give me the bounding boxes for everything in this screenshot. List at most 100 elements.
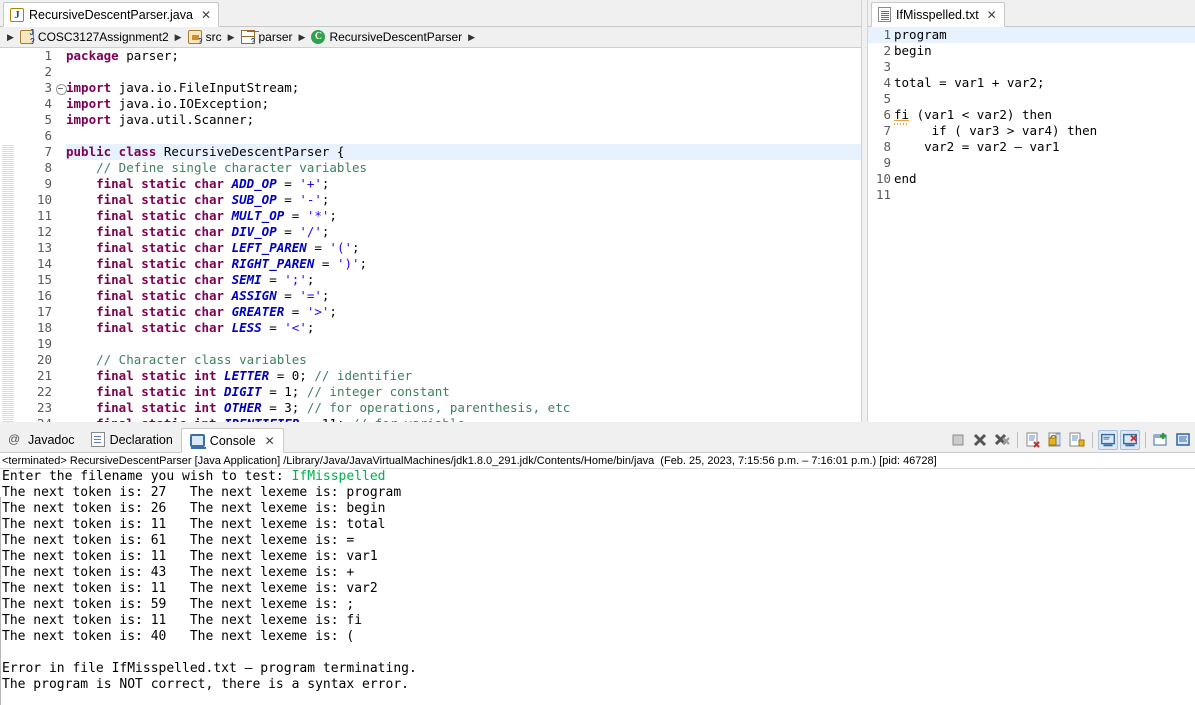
code-token: '<' [284, 320, 307, 335]
editor-vertical-splitter[interactable] [861, 0, 868, 422]
scroll-lock-button[interactable] [1045, 430, 1065, 450]
tab-console[interactable]: Console ✕ [180, 428, 284, 453]
code-token: parser; [126, 48, 179, 63]
tab-javadoc[interactable]: Javadoc [0, 427, 83, 452]
text-code-viewport[interactable]: 1 2 3 4 5 6 7 8 9 10 11 program begin total = var1 … [868, 27, 1195, 422]
pin-console-button[interactable] [1067, 430, 1087, 450]
code-token: final static int [96, 400, 225, 415]
remove-all-terminated-button[interactable] [992, 430, 1012, 450]
code-text[interactable]: program begin total = var1 + var2; fi (va… [894, 27, 1195, 422]
folding-ruler[interactable] [56, 48, 67, 422]
line-number: 10 [36, 192, 52, 207]
line-number: 6 [44, 128, 52, 143]
line-number: 22 [36, 384, 52, 399]
code-token: final static char [96, 320, 232, 335]
breadcrumb-item-parser[interactable]: ? parser [240, 30, 293, 46]
code-line: import java.io.IOException; [66, 96, 868, 112]
javadoc-icon [8, 432, 23, 447]
fold-collapse-icon[interactable] [56, 80, 67, 96]
console-output-text: The program is NOT correct, there is a s… [2, 677, 409, 692]
close-icon[interactable]: ✕ [201, 8, 211, 22]
console-status-line: <terminated> RecursiveDescentParser [Jav… [0, 453, 1195, 469]
text-file-icon [878, 7, 891, 22]
code-token: RIGHT_PAREN [231, 256, 315, 271]
tab-recursivedescentparser-java[interactable]: RecursiveDescentParser.java ✕ [3, 2, 220, 27]
breadcrumb-item-src[interactable]: ? src [187, 30, 222, 46]
annotation-ruler[interactable] [0, 48, 14, 422]
code-line: import java.io.FileInputStream; [66, 80, 868, 96]
tab-declaration[interactable]: Declaration [83, 427, 181, 452]
code-line: final static char SEMI = ';'; [66, 272, 868, 288]
console-line: The next token is: 11 The next lexeme is… [2, 581, 1195, 597]
terminate-button[interactable] [948, 430, 968, 450]
clear-console-button[interactable] [1023, 430, 1043, 450]
code-token: = [284, 208, 307, 223]
code-token: OTHER [224, 400, 262, 415]
code-line: // Define single character variables [66, 160, 868, 176]
display-selected-console-button[interactable] [1098, 430, 1118, 450]
code-token: ADD_OP [231, 176, 277, 191]
console-user-input: IfMisspelled [291, 469, 386, 484]
console-menu-button[interactable] [1173, 430, 1193, 450]
line-number: 4 [44, 96, 52, 111]
tab-ifmisspelled-txt[interactable]: IfMisspelled.txt ✕ [871, 2, 1005, 27]
remove-launch-button[interactable] [970, 430, 990, 450]
chevron-right-icon[interactable]: ▶ [297, 32, 308, 43]
line-number: 15 [36, 272, 52, 287]
console-output-text: The next token is: 43 The next lexeme is… [2, 565, 355, 580]
chevron-right-icon[interactable]: ▶ [5, 32, 16, 43]
code-token: = [276, 176, 300, 191]
code-line: final static int OTHER = 3; // for opera… [66, 400, 868, 416]
chevron-right-icon[interactable]: ▶ [173, 32, 184, 43]
console-output-text: The next token is: 59 The next lexeme is… [2, 597, 355, 612]
eclipse-ide-window: RecursiveDescentParser.java ✕ ▶ ? COSC31… [0, 0, 1195, 705]
code-line: fi (var1 < var2) then [894, 107, 1053, 122]
line-number: 18 [36, 320, 52, 335]
line-number: 16 [36, 288, 52, 303]
java-code-viewport[interactable]: 123456789101112131415161718192021222324 … [0, 48, 868, 422]
code-token: import [66, 96, 119, 111]
console-text[interactable]: Enter the filename you wish to test: IfM… [0, 469, 1195, 693]
text-editor-pane: IfMisspelled.txt ✕ 1 2 3 4 5 6 7 8 9 10 11 program… [868, 0, 1195, 422]
console-line: Error in file IfMisspelled.txt – program… [2, 661, 1195, 677]
code-token: final static int [96, 368, 225, 383]
close-icon[interactable]: ✕ [265, 434, 275, 448]
code-token: package [66, 48, 127, 63]
code-token: ; [306, 272, 315, 287]
console-output-text: The next token is: 40 The next lexeme is… [2, 629, 355, 644]
code-line: final static char LEFT_PAREN = '('; [66, 240, 868, 256]
console-output-text: The next token is: 11 The next lexeme is… [2, 581, 378, 596]
misspelled-word: fi [894, 107, 910, 122]
chevron-right-icon[interactable]: ▶ [226, 32, 237, 43]
close-icon[interactable]: ✕ [987, 8, 997, 22]
console-output-area[interactable]: <terminated> RecursiveDescentParser [Jav… [0, 453, 1195, 705]
line-number: 9 [883, 155, 891, 170]
console-output-text: The next token is: 61 The next lexeme is… [2, 533, 355, 548]
breadcrumb-item-class[interactable]: RecursiveDescentParser [311, 30, 462, 44]
line-number: 5 [883, 91, 891, 106]
code-token: ')' [336, 256, 360, 271]
console-icon [189, 434, 206, 449]
code-token: final static char [96, 240, 232, 255]
toolbar-separator [1145, 432, 1146, 448]
breadcrumb-item-project[interactable]: ? COSC3127Assignment2 [19, 28, 169, 46]
chevron-right-icon[interactable]: ▶ [466, 32, 477, 43]
code-text[interactable]: package parser; import java.io.FileInput… [66, 48, 868, 422]
code-token: LESS [231, 320, 262, 335]
java-editor-pane: RecursiveDescentParser.java ✕ ▶ ? COSC31… [0, 0, 868, 422]
console-line: The next token is: 26 The next lexeme is… [2, 501, 1195, 517]
open-console-button[interactable] [1120, 430, 1140, 450]
new-console-view-button[interactable] [1151, 430, 1171, 450]
console-line: The program is NOT correct, there is a s… [2, 677, 1195, 693]
package-icon: ? [240, 30, 256, 46]
